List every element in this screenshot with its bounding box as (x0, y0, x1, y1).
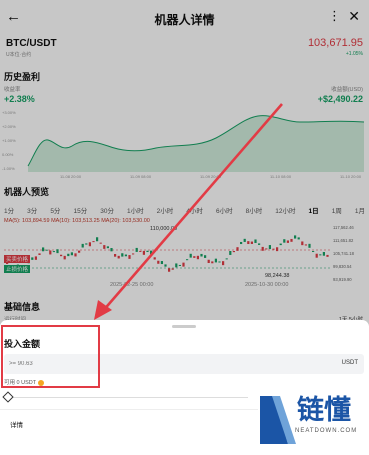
watermark-logo-icon (260, 396, 296, 444)
watermark-url: NEATDOWN.COM (295, 428, 358, 434)
watermark-text: 链懂 (297, 395, 351, 426)
